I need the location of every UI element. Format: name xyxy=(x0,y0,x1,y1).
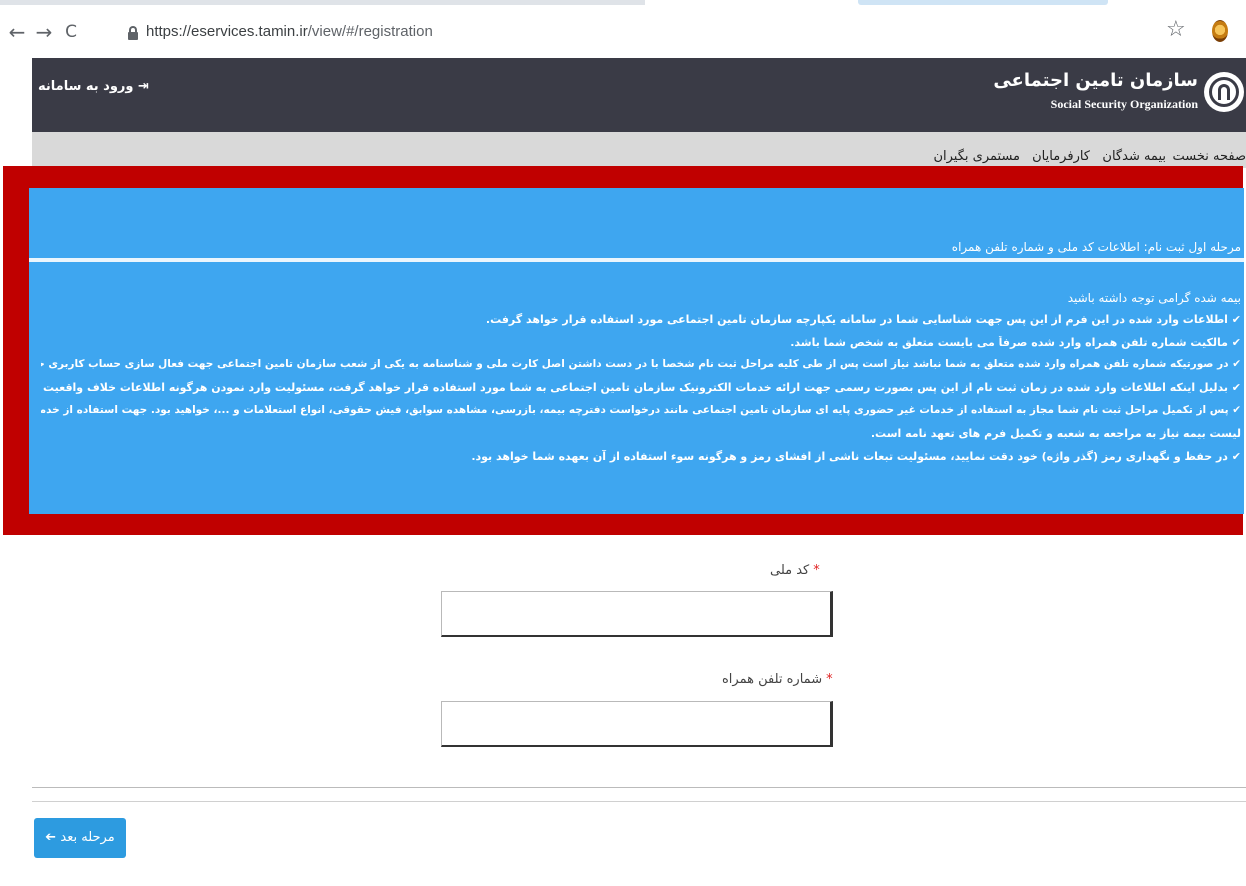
required-mark: * xyxy=(813,563,820,578)
url-text[interactable]: https://eservices.tamin.ir/view/#/regist… xyxy=(146,23,433,40)
login-link[interactable]: ⇥ ورود به سامانه xyxy=(38,79,149,94)
logo-text-fa: سازمان تامین اجتماعی xyxy=(993,70,1198,91)
mobile-input[interactable] xyxy=(441,701,833,747)
mobile-label-text: شماره تلفن همراه xyxy=(722,672,823,687)
back-icon[interactable]: ← xyxy=(6,20,28,44)
arrow-left-icon: ➔ xyxy=(45,830,57,845)
main-nav: صفحه نخست بیمه شدگان کارفرمایان مستمری ب… xyxy=(32,132,1246,168)
nav-item-pensioners[interactable]: مستمری بگیران xyxy=(933,149,1020,164)
url-scheme: https:// xyxy=(146,23,192,40)
login-icon: ⇥ xyxy=(138,79,149,94)
step-title: مرحله اول ثبت نام: اطلاعات کد ملی و شمار… xyxy=(951,240,1241,254)
next-step-button[interactable]: مرحله بعد ➔ xyxy=(34,818,126,858)
url-host: eservices.tamin.ir xyxy=(191,23,308,40)
notice-line: ✔ در حفظ و نگهداری رمز (گذر واژه) خود دق… xyxy=(471,450,1241,463)
forward-icon[interactable]: → xyxy=(33,20,55,44)
logo[interactable]: سازمان تامین اجتماعی Social Security Org… xyxy=(993,70,1244,120)
site-header: ⇥ ورود به سامانه سازمان تامین اجتماعی So… xyxy=(32,58,1246,132)
mobile-label: *شماره تلفن همراه xyxy=(722,672,833,687)
bookmark-star-icon[interactable]: ☆ xyxy=(1166,17,1186,42)
notice-line: ✔ پس از تکمیل مراحل ثبت نام شما مجاز به … xyxy=(41,404,1241,416)
national-code-label-text: کد ملی xyxy=(770,563,810,578)
logo-emblem-icon xyxy=(1204,72,1244,112)
lock-icon[interactable] xyxy=(128,26,138,40)
divider xyxy=(32,801,1246,802)
national-code-input[interactable] xyxy=(441,591,833,637)
extension-icon[interactable] xyxy=(1212,20,1228,42)
nav-item-home[interactable]: صفحه نخست xyxy=(1173,149,1246,164)
footer-actions xyxy=(32,802,1246,886)
registration-form xyxy=(32,535,1246,788)
tab-strip-active xyxy=(858,0,1108,5)
next-step-label: مرحله بعد xyxy=(60,830,115,845)
national-code-label: *کد ملی xyxy=(770,563,820,578)
nav-item-insured[interactable]: بیمه شدگان xyxy=(1102,149,1166,164)
logo-text-en: Social Security Organization xyxy=(1050,97,1198,111)
notice-line: ✔ در صورتیکه شماره تلفن همراه وارد شده م… xyxy=(41,358,1241,370)
notice-line: ✔ مالکیت شماره تلفن همراه وارد شده صرفاً… xyxy=(790,336,1241,349)
url-path: /view/#/registration xyxy=(307,23,433,40)
required-mark: * xyxy=(826,672,833,687)
address-bar[interactable]: https://eservices.tamin.ir/view/#/regist… xyxy=(118,17,1208,49)
browser-toolbar: ← → C https://eservices.tamin.ir/view/#/… xyxy=(0,0,1246,58)
notice-line: ✔ اطلاعات وارد شده در این فرم از این پس … xyxy=(485,313,1241,326)
notice-heading: بیمه شده گرامی توجه داشته باشید xyxy=(1067,291,1241,305)
notice-line: لیست بیمه نیاز به مراجعه به شعبه و تکمیل… xyxy=(870,427,1241,440)
login-label: ورود به سامانه xyxy=(38,79,134,94)
reload-icon[interactable]: C xyxy=(60,20,82,44)
tab-strip xyxy=(0,0,645,5)
notice-line: ✔ بدلیل اینکه اطلاعات وارد شده در زمان ث… xyxy=(41,381,1241,394)
nav-item-employers[interactable]: کارفرمایان xyxy=(1032,149,1090,164)
